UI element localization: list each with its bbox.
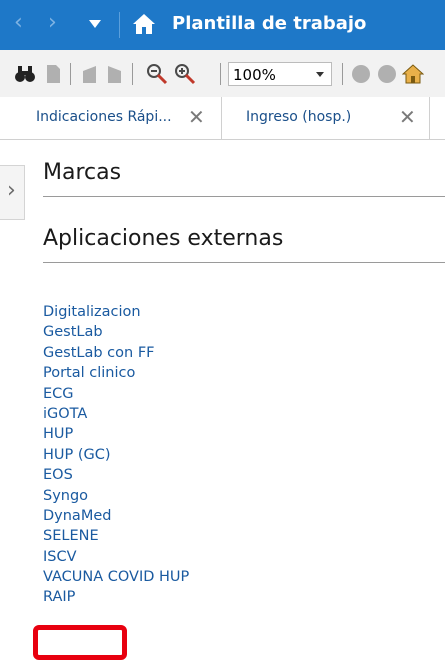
dropdown-icon[interactable] [89,20,101,28]
link-ecg[interactable]: ECG [43,384,189,404]
link-eos[interactable]: EOS [43,465,189,485]
forward-arrow-icon[interactable]: › [48,10,57,35]
tab-label: Indicaciones Rápi... [36,109,172,125]
zoom-select[interactable]: 100% [228,62,332,86]
title-divider [119,12,120,38]
link-dynamed[interactable]: DynaMed [43,506,189,526]
toolbar-divider [132,63,133,85]
link-raip[interactable]: RAIP [43,587,189,607]
link-vacuna-covid-hup[interactable]: VACUNA COVID HUP [43,567,189,587]
page-title: Plantilla de trabajo [172,13,367,34]
link-syngo[interactable]: Syngo [43,486,189,506]
tab-bar: Indicaciones Rápi... ✕ Ingreso (hosp.) ✕ [0,97,445,140]
section-title-aplicaciones: Aplicaciones externas [43,226,284,251]
link-selene[interactable]: SELENE [43,526,189,546]
toolbar-divider [70,63,71,85]
link-gestlab-con-ff[interactable]: GestLab con FF [43,343,189,363]
toolbar-divider [342,63,343,85]
sidebar-toggle[interactable]: › [0,165,25,220]
link-iscv[interactable]: ISCV [43,547,189,567]
home-icon[interactable] [131,11,157,37]
home-icon[interactable] [401,63,425,85]
next-page-icon[interactable] [104,63,126,85]
external-apps-list: Digitalizacion GestLab GestLab con FF Po… [43,302,189,608]
toolbar: 100% [0,50,445,98]
find-icon[interactable] [14,63,36,85]
link-hup[interactable]: HUP [43,424,189,444]
link-gestlab[interactable]: GestLab [43,322,189,342]
section-divider [43,196,445,197]
circle-icon[interactable] [376,63,398,85]
circle-icon[interactable] [350,63,372,85]
tab-indicaciones[interactable]: Indicaciones Rápi... ✕ [0,97,222,139]
zoom-value: 100% [233,66,276,84]
tab-label: Ingreso (hosp.) [246,109,352,125]
section-title-marcas: Marcas [43,160,122,185]
title-bar: ‹ › Plantilla de trabajo [0,0,445,50]
close-icon[interactable]: ✕ [188,105,205,129]
highlight-box [33,625,127,660]
zoom-out-icon[interactable] [146,63,168,85]
close-icon[interactable]: ✕ [399,105,416,129]
link-portal-clinico[interactable]: Portal clinico [43,363,189,383]
previous-page-icon[interactable] [78,63,100,85]
back-arrow-icon[interactable]: ‹ [14,10,23,35]
section-divider [43,262,445,263]
link-igota[interactable]: iGOTA [43,404,189,424]
tab-ingreso[interactable]: Ingreso (hosp.) ✕ [222,97,430,139]
link-digitalizacion[interactable]: Digitalizacion [43,302,189,322]
link-hup-gc[interactable]: HUP (GC) [43,445,189,465]
toolbar-divider [220,63,221,85]
zoom-in-icon[interactable] [174,63,196,85]
chevron-right-icon: › [7,178,16,203]
print-icon[interactable] [42,63,64,85]
chevron-down-icon [316,72,324,77]
